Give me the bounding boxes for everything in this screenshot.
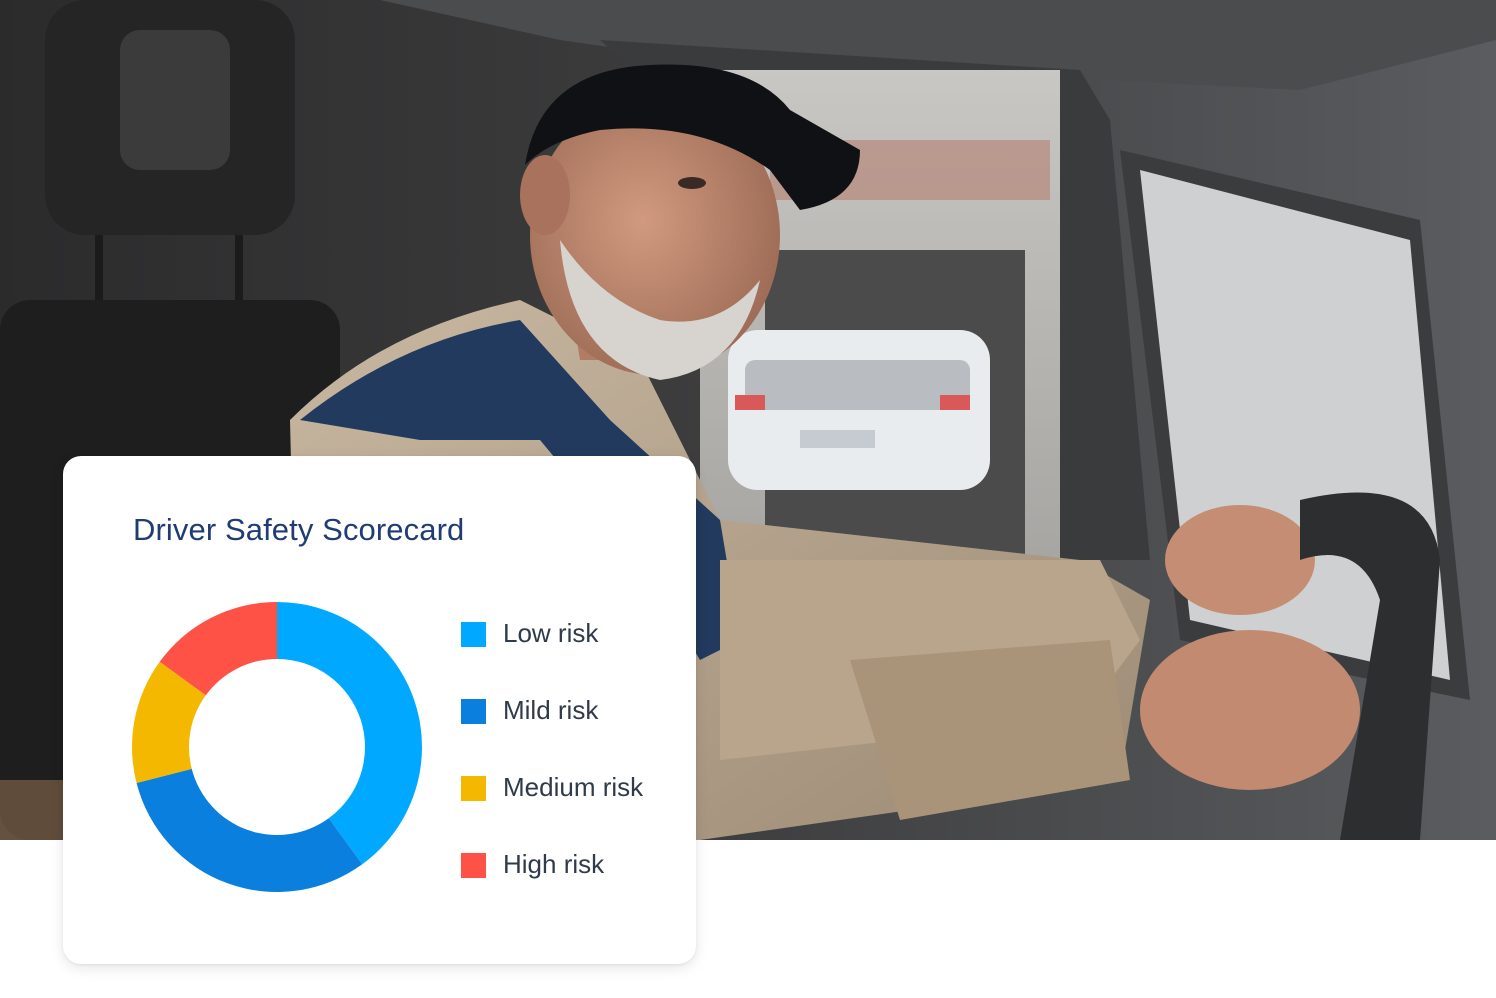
page: Driver Safety Scorecard Low risk Mild ris… <box>0 0 1496 998</box>
legend-item-low-risk: Low risk <box>461 616 691 650</box>
legend-label: Mild risk <box>503 695 599 725</box>
legend-item-mild-risk: Mild risk <box>461 693 691 727</box>
donut-slice-mild-risk <box>136 768 363 892</box>
legend-swatch <box>461 622 486 647</box>
legend-label: Medium risk <box>503 772 644 802</box>
legend-item-high-risk: High risk <box>461 847 691 881</box>
legend-swatch <box>461 853 486 878</box>
card-title: Driver Safety Scorecard <box>133 512 465 547</box>
scorecard-card: Driver Safety Scorecard Low risk Mild ris… <box>63 456 696 964</box>
legend-item-medium-risk: Medium risk <box>461 770 691 804</box>
donut-chart <box>132 602 423 892</box>
donut-slice-low-risk <box>277 602 423 865</box>
legend-label: Low risk <box>503 618 599 648</box>
legend-swatch <box>461 699 486 724</box>
legend-swatch <box>461 776 486 801</box>
legend-label: High risk <box>503 849 605 879</box>
